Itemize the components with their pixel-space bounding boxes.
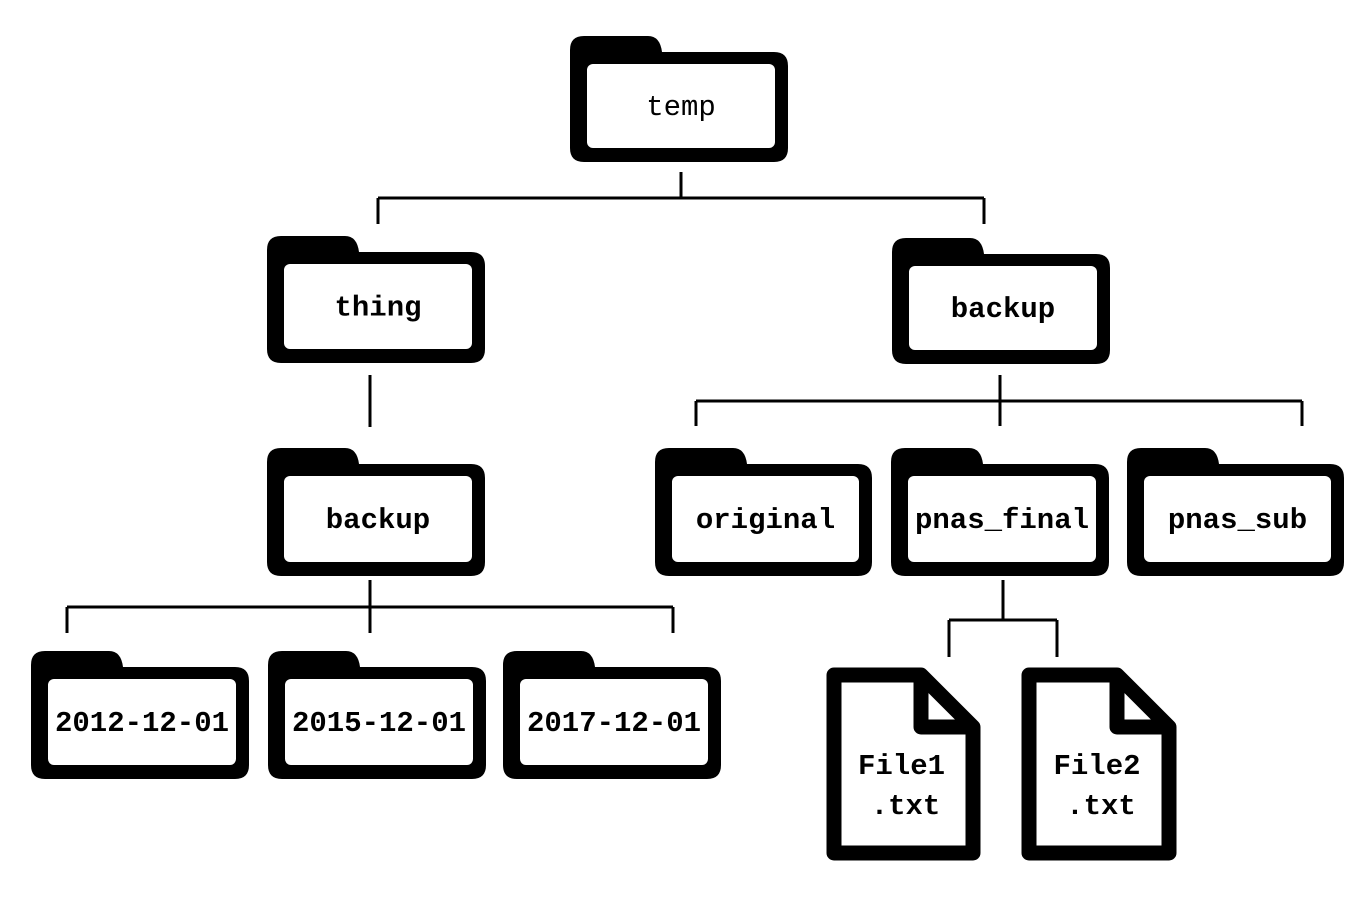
- folder-label: original: [696, 504, 835, 537]
- file-extension: .txt: [1066, 790, 1136, 823]
- directory-tree-diagram: temp thing backup backup original pnas_final p…: [31, 36, 1344, 861]
- folder-original: original: [655, 448, 872, 576]
- folder-d2017: 2017-12-01: [503, 651, 721, 779]
- folder-label: backup: [326, 504, 430, 537]
- folder-label: 2015-12-01: [292, 707, 466, 740]
- folder-label: backup: [951, 293, 1055, 326]
- folder-backup_left: backup: [267, 448, 485, 576]
- connector-backup-right: [694, 375, 1304, 426]
- file-name: File1: [858, 750, 945, 783]
- folder-label: pnas_final: [915, 504, 1089, 537]
- connector-pnas-final: [947, 580, 1059, 657]
- folder-pnas_sub: pnas_sub: [1127, 448, 1344, 576]
- folder-label: 2017-12-01: [527, 707, 701, 740]
- folder-d2015: 2015-12-01: [268, 651, 486, 779]
- file-file1: File1 .txt: [826, 667, 981, 861]
- folder-label: pnas_sub: [1168, 504, 1307, 537]
- connector-backup-left: [65, 580, 675, 633]
- folder-label: 2012-12-01: [55, 707, 229, 740]
- folder-d2012: 2012-12-01: [31, 651, 249, 779]
- file-file2: File2 .txt: [1021, 667, 1177, 861]
- file-name: File2: [1053, 750, 1140, 783]
- folder-label: temp: [646, 91, 716, 124]
- connector-temp: [376, 172, 986, 224]
- folder-label: thing: [334, 292, 421, 325]
- folder-temp: temp: [570, 36, 788, 162]
- folder-thing: thing: [267, 236, 485, 363]
- file-extension: .txt: [871, 790, 941, 823]
- folder-backup_right: backup: [892, 238, 1110, 364]
- folder-pnas_final: pnas_final: [891, 448, 1109, 576]
